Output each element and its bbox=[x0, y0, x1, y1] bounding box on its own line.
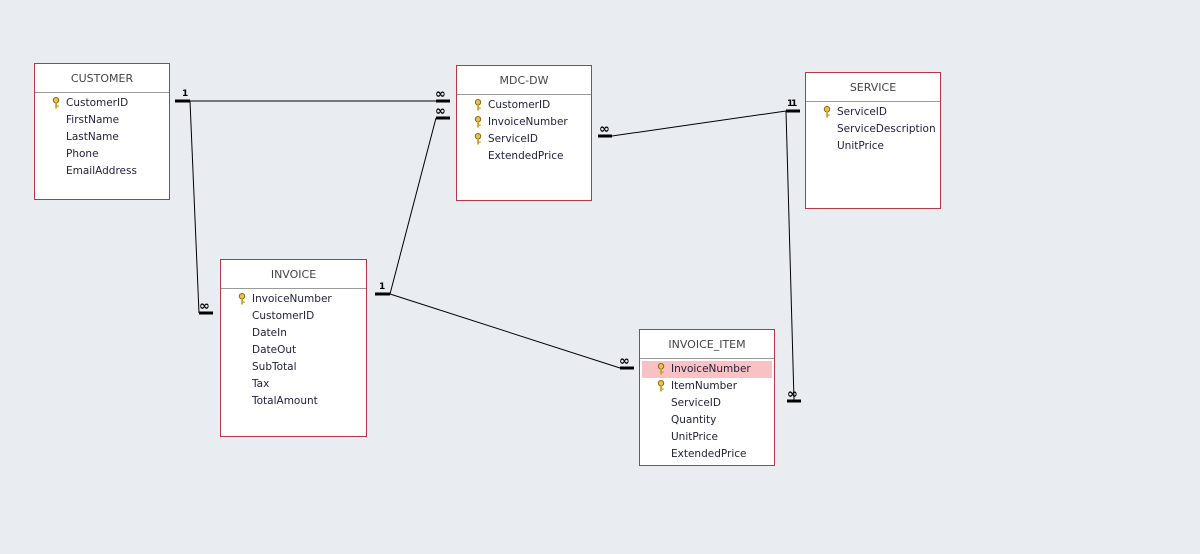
field-name: SubTotal bbox=[252, 361, 297, 373]
table-title[interactable]: SERVICE bbox=[806, 73, 940, 102]
field-name: ServiceID bbox=[488, 133, 538, 145]
field-list: InvoiceNumber ItemNumber ServiceID Quantity… bbox=[640, 359, 774, 463]
field-name: TotalAmount bbox=[252, 395, 318, 407]
field-name: Phone bbox=[66, 148, 99, 160]
field-item[interactable]: FirstName bbox=[37, 112, 167, 129]
table-mdc-dw[interactable]: MDC-DW CustomerID InvoiceNumber ServiceID Ex… bbox=[456, 65, 592, 201]
rel-invoice-mdcdw bbox=[389, 117, 437, 295]
field-item[interactable]: Phone bbox=[37, 146, 167, 163]
field-item[interactable]: Tax bbox=[223, 376, 364, 393]
rel-customer-invoice bbox=[189, 100, 200, 314]
field-name: DateOut bbox=[252, 344, 297, 356]
field-item[interactable]: ServiceID bbox=[808, 104, 938, 121]
table-service[interactable]: SERVICE ServiceID ServiceDescription UnitPr… bbox=[805, 72, 941, 209]
field-name: InvoiceNumber bbox=[252, 293, 332, 305]
cardinality-many: ∞ bbox=[619, 354, 630, 369]
field-item[interactable]: UnitPrice bbox=[642, 429, 772, 446]
field-name: ServiceID bbox=[837, 106, 887, 118]
field-name: ExtendedPrice bbox=[671, 448, 747, 460]
field-item[interactable]: TotalAmount bbox=[223, 393, 364, 410]
field-item[interactable]: ServiceID bbox=[459, 131, 589, 148]
field-name: Tax bbox=[252, 378, 270, 390]
field-item[interactable]: CustomerID bbox=[459, 97, 589, 114]
field-item[interactable]: ItemNumber bbox=[642, 378, 772, 395]
cardinality-many: ∞ bbox=[435, 87, 446, 102]
field-name: ExtendedPrice bbox=[488, 150, 564, 162]
field-list: ServiceID ServiceDescription UnitPrice bbox=[806, 102, 940, 155]
primary-key-icon bbox=[238, 293, 246, 305]
field-name: UnitPrice bbox=[837, 140, 884, 152]
table-title[interactable]: CUSTOMER bbox=[35, 64, 169, 93]
field-name: DateIn bbox=[252, 327, 287, 339]
table-title[interactable]: MDC-DW bbox=[457, 66, 591, 95]
field-list: InvoiceNumber CustomerID DateIn DateOut SubT… bbox=[221, 289, 366, 410]
field-name: ItemNumber bbox=[671, 380, 738, 392]
field-list: CustomerID InvoiceNumber ServiceID Extended… bbox=[457, 95, 591, 165]
field-item[interactable]: SubTotal bbox=[223, 359, 364, 376]
table-invoice[interactable]: INVOICE InvoiceNumber CustomerID DateIn Date… bbox=[220, 259, 367, 437]
field-name: ServiceDescription bbox=[837, 123, 936, 135]
cardinality-many: ∞ bbox=[435, 104, 446, 119]
field-item[interactable]: InvoiceNumber bbox=[459, 114, 589, 131]
field-item[interactable]: CustomerID bbox=[223, 308, 364, 325]
primary-key-icon bbox=[474, 133, 482, 145]
field-item[interactable]: DateOut bbox=[223, 342, 364, 359]
field-name: LastName bbox=[66, 131, 119, 143]
field-name: InvoiceNumber bbox=[671, 363, 751, 375]
primary-key-icon bbox=[52, 97, 60, 109]
field-name: CustomerID bbox=[252, 310, 315, 322]
primary-key-icon bbox=[823, 106, 831, 118]
table-title[interactable]: INVOICE_ITEM bbox=[640, 330, 774, 359]
field-name: Quantity bbox=[671, 414, 717, 426]
primary-key-icon bbox=[657, 363, 665, 375]
field-item[interactable]: Quantity bbox=[642, 412, 772, 429]
field-name: UnitPrice bbox=[671, 431, 718, 443]
field-name: InvoiceNumber bbox=[488, 116, 568, 128]
field-name: CustomerID bbox=[66, 97, 129, 109]
table-title[interactable]: INVOICE bbox=[221, 260, 366, 289]
primary-key-icon bbox=[657, 380, 665, 392]
rel-invoice-invoiceitem bbox=[389, 293, 621, 369]
field-item[interactable]: LastName bbox=[37, 129, 167, 146]
relationship-lines bbox=[175, 99, 801, 403]
field-name: ServiceID bbox=[671, 397, 721, 409]
table-customer[interactable]: CUSTOMER CustomerID FirstName LastName Phone… bbox=[34, 63, 170, 200]
field-name: FirstName bbox=[66, 114, 120, 126]
field-item[interactable]: ServiceID bbox=[642, 395, 772, 412]
rel-mdcdw-service bbox=[611, 110, 787, 137]
field-item[interactable]: UnitPrice bbox=[808, 138, 938, 155]
primary-key-icon bbox=[474, 99, 482, 111]
field-item[interactable]: InvoiceNumber bbox=[223, 291, 364, 308]
table-invoice-item[interactable]: INVOICE_ITEM InvoiceNumber ItemNumber Servi… bbox=[639, 329, 775, 466]
cardinality-one: 1 bbox=[379, 282, 386, 292]
field-item[interactable]: DateIn bbox=[223, 325, 364, 342]
field-item[interactable]: ExtendedPrice bbox=[642, 446, 772, 463]
rel-service-invoiceitem bbox=[785, 110, 795, 401]
field-list: CustomerID FirstName LastName Phone EmailAdd… bbox=[35, 93, 169, 180]
field-item[interactable]: ExtendedPrice bbox=[459, 148, 589, 165]
field-name: CustomerID bbox=[488, 99, 551, 111]
field-name: EmailAddress bbox=[66, 165, 137, 177]
cardinality-many: ∞ bbox=[199, 299, 210, 314]
primary-key-icon bbox=[474, 116, 482, 128]
field-item[interactable]: EmailAddress bbox=[37, 163, 167, 180]
cardinality-one: 1 bbox=[182, 89, 189, 99]
field-item[interactable]: InvoiceNumber bbox=[642, 361, 772, 378]
field-item[interactable]: CustomerID bbox=[37, 95, 167, 112]
cardinality-many: ∞ bbox=[787, 387, 798, 402]
cardinality-many: ∞ bbox=[599, 122, 610, 137]
cardinality-one: 1 bbox=[791, 99, 798, 109]
field-item[interactable]: ServiceDescription bbox=[808, 121, 938, 138]
